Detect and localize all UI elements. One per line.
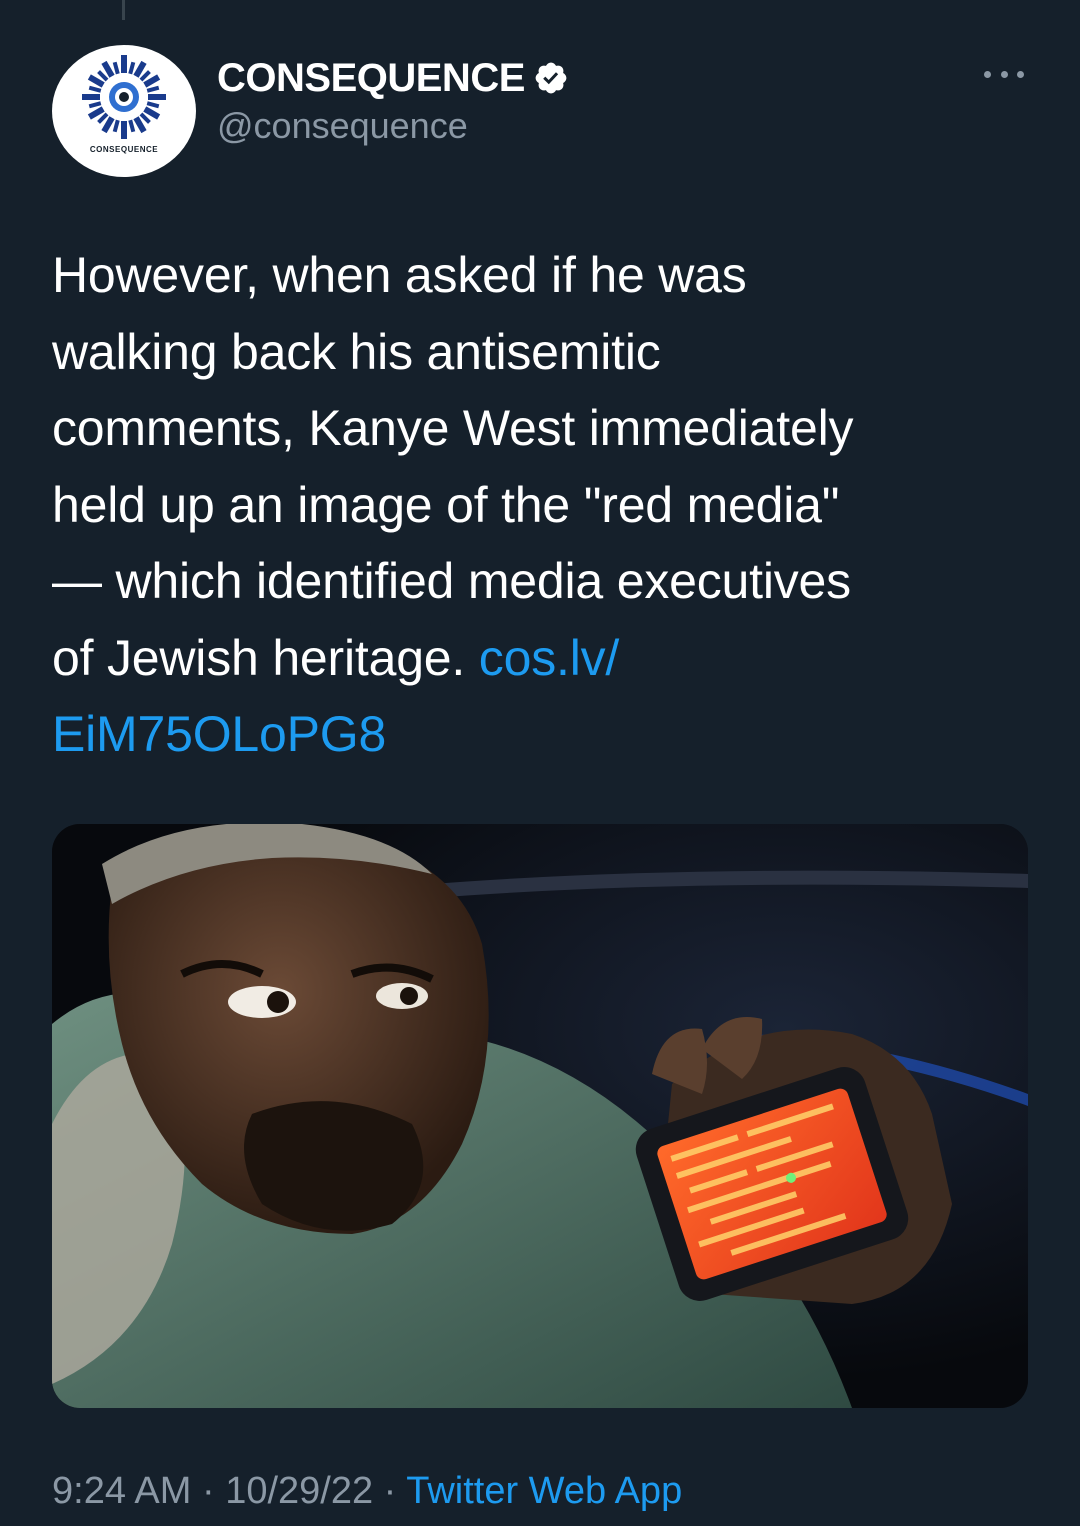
tweet-text: However, when asked if he was walking ba… [52, 237, 1032, 773]
more-options-icon[interactable] [984, 67, 1024, 81]
tweet-media-image[interactable] [52, 824, 1028, 1408]
tweet-link-part1: cos.lv/ [478, 629, 620, 686]
meta-separator: · [191, 1470, 226, 1512]
display-name[interactable]: CONSEQUENCE [217, 56, 525, 101]
avatar[interactable]: CONSEQUENCE [52, 45, 196, 177]
avatar-wordmark: CONSEQUENCE [89, 145, 159, 154]
tweet-header: CONSEQUENCE CONSEQUENCE @consequence [52, 45, 1032, 177]
tweet-source-link[interactable]: Twitter Web App [406, 1470, 682, 1512]
account-handle[interactable]: @consequence [217, 105, 569, 147]
more-dot [984, 70, 991, 78]
consequence-logo-icon [82, 55, 166, 139]
tweet-time[interactable]: 9:24 AM [52, 1470, 191, 1512]
more-dot [1017, 70, 1024, 78]
tweet-date[interactable]: 10/29/22 [225, 1470, 373, 1512]
account-names: CONSEQUENCE @consequence [217, 53, 569, 147]
tweet-meta: 9:24 AM · 10/29/22 · Twitter Web App [52, 1470, 682, 1513]
tweet-body: However, when asked if he was walking ba… [52, 247, 854, 686]
thread-connector-line [122, 0, 125, 20]
media-photo [52, 824, 1028, 1408]
tweet-link-part2: EiM75OLoPG8 [52, 706, 387, 762]
meta-separator: · [373, 1470, 407, 1512]
more-dot [1000, 70, 1008, 78]
display-name-row: CONSEQUENCE [217, 53, 569, 103]
verified-badge-icon [533, 60, 569, 96]
